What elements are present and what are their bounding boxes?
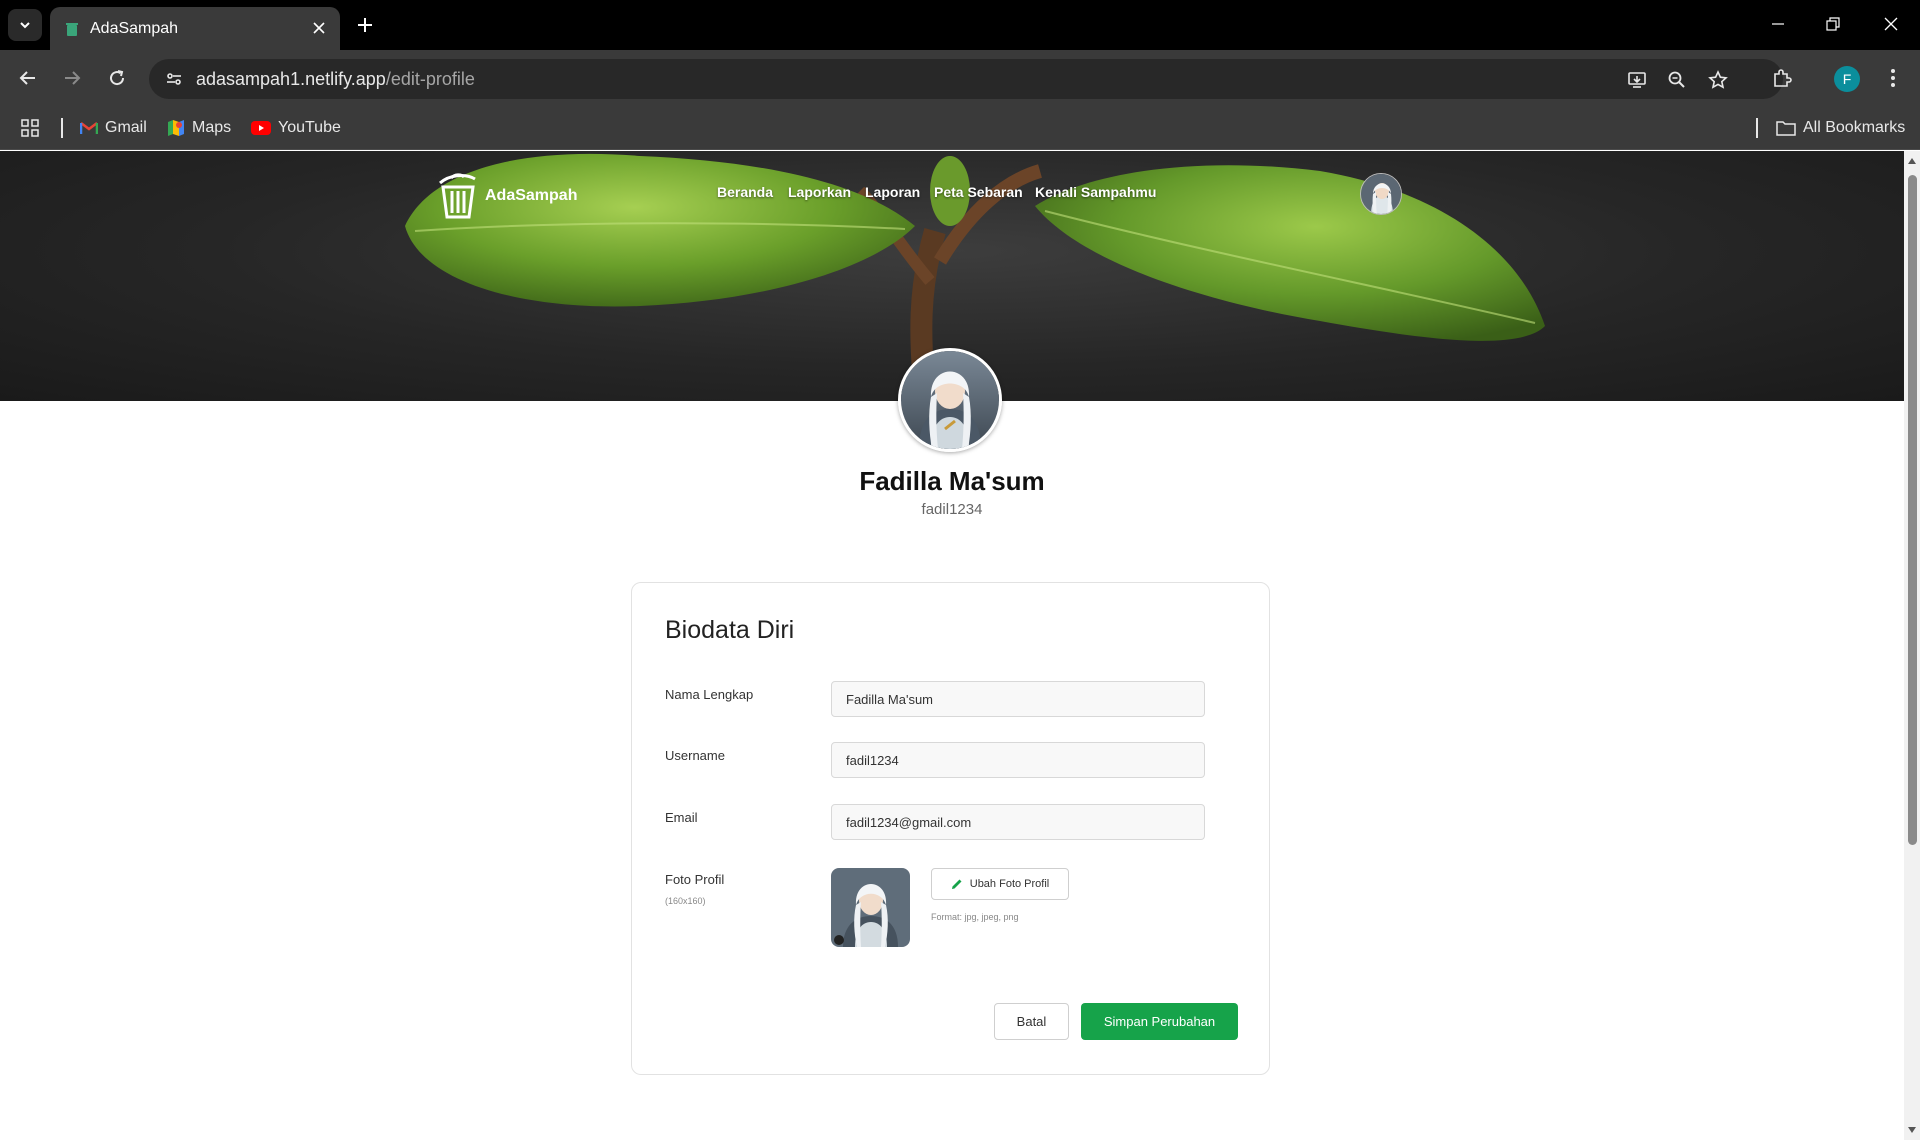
biodata-card: Biodata Diri Nama Lengkap Username Email… [631,582,1270,1075]
arrow-right-icon [65,71,81,85]
full-name-label: Nama Lengkap [665,687,754,702]
scroll-up-icon[interactable] [1907,156,1917,166]
browser-toolbar: adasampah1.netlify.app/edit-profile F [0,50,1920,106]
page-viewport: AdaSampah Beranda Laporkan Laporan Peta … [0,151,1904,1140]
back-button[interactable] [13,63,43,93]
bookmark-star-icon[interactable] [1705,67,1731,93]
email-label: Email [665,810,698,825]
close-window-button[interactable] [1873,10,1909,38]
tab-close-icon[interactable] [308,17,330,39]
card-title: Biodata Diri [665,616,795,644]
tab-title: AdaSampah [90,20,179,37]
photo-format-hint: Format: jpg, jpeg, png [931,912,1019,922]
username-input[interactable] [831,742,1205,778]
pencil-icon [951,879,962,889]
nav-beranda[interactable]: Beranda [717,184,773,200]
nav-laporkan[interactable]: Laporkan [788,184,851,200]
plus-icon [358,18,372,32]
bookmarks-divider [61,118,63,138]
restore-button[interactable] [1815,10,1851,38]
user-avatar[interactable] [1360,173,1402,215]
gmail-icon [80,122,98,134]
apps-grid-icon[interactable] [21,115,39,141]
save-changes-button[interactable]: Simpan Perubahan [1081,1003,1238,1040]
profile-avatar [898,348,1002,452]
adasampah-favicon-icon [64,21,80,42]
bookmark-youtube-label: YouTube [278,119,341,136]
change-photo-label: Ubah Foto Profil [969,878,1050,890]
reload-button[interactable] [102,63,132,93]
browser-profile-avatar[interactable]: F [1834,66,1860,92]
url-host: adasampah1.netlify.app [196,69,386,89]
install-app-icon[interactable] [1624,67,1650,93]
bookmark-gmail[interactable]: Gmail [80,115,147,141]
chevron-down-icon [20,22,30,29]
nav-kenali-sampahmu[interactable]: Kenali Sampahmu [1035,184,1156,200]
cancel-button[interactable]: Batal [994,1003,1069,1040]
bookmark-gmail-label: Gmail [105,119,147,136]
close-icon [1884,17,1898,31]
arrow-left-icon [19,71,35,85]
scroll-down-icon[interactable] [1907,1125,1917,1135]
forward-button[interactable] [57,63,87,93]
folder-icon [1776,121,1796,136]
all-bookmarks-label: All Bookmarks [1803,119,1906,136]
bookmarks-bar: Gmail Maps YouTube All Bookmarks [0,106,1920,150]
bookmark-maps-label: Maps [192,119,232,136]
full-name-input[interactable] [831,681,1205,717]
username-label: Username [665,748,725,763]
tab-adasampah[interactable]: AdaSampah [50,7,340,50]
scroll-thumb[interactable] [1908,175,1917,845]
youtube-icon [251,121,271,135]
kebab-menu-icon[interactable] [1878,63,1908,93]
site-info-icon[interactable] [161,66,187,92]
bookmark-maps[interactable]: Maps [167,115,231,141]
address-bar[interactable]: adasampah1.netlify.app/edit-profile [149,59,1783,99]
browser-tabstrip: AdaSampah [0,0,1920,50]
nav-laporan[interactable]: Laporan [865,184,920,200]
address-url[interactable]: adasampah1.netlify.app/edit-profile [196,69,475,90]
brand-name: AdaSampah [485,187,578,204]
tab-search-button[interactable] [8,9,42,41]
nav-peta-sebaran[interactable]: Peta Sebaran [934,184,1023,200]
photo-size-hint: (160x160) [665,896,706,906]
zoom-icon[interactable] [1664,67,1690,93]
photo-thumbnail [831,868,910,947]
profile-name: Fadilla Ma'sum [859,466,1045,496]
maps-icon [168,120,184,136]
minimize-button[interactable] [1760,10,1796,38]
bookmark-youtube[interactable]: YouTube [251,115,341,141]
reload-icon [110,70,125,86]
email-input[interactable] [831,804,1205,840]
restore-icon [1826,17,1840,31]
page-scrollbar[interactable] [1904,151,1920,1140]
minimize-icon [1772,23,1784,25]
site-navbar: AdaSampah Beranda Laporkan Laporan Peta … [0,151,1904,241]
profile-username: fadil1234 [921,501,983,518]
change-photo-button[interactable]: Ubah Foto Profil [931,868,1069,900]
trash-bin-logo-icon [439,173,476,219]
all-bookmarks-button[interactable]: All Bookmarks [1776,115,1905,141]
new-tab-button[interactable] [352,12,378,38]
photo-label: Foto Profil [665,872,725,887]
url-path: /edit-profile [385,69,475,89]
bookmarks-divider [1756,118,1758,138]
extensions-icon[interactable] [1767,63,1797,93]
brand-logo[interactable]: AdaSampah [437,173,577,219]
